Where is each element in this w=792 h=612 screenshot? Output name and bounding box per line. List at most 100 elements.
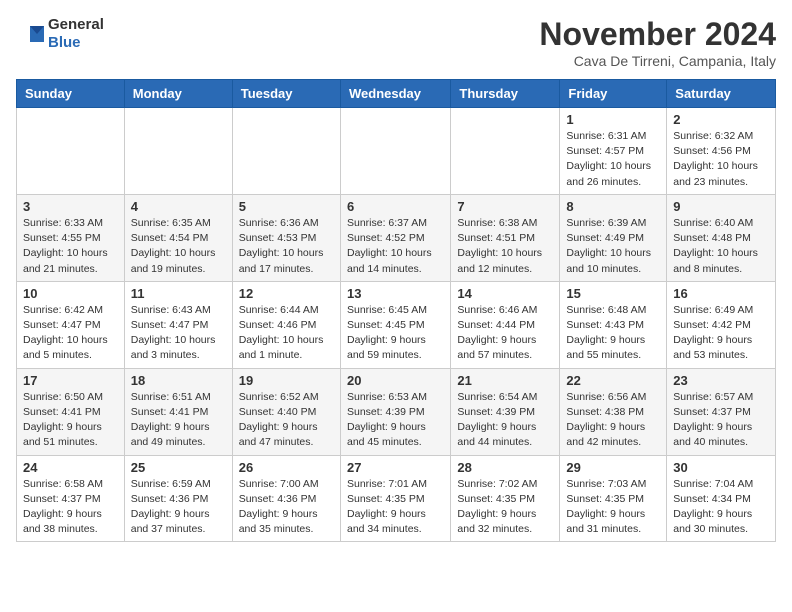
day-detail: Sunrise: 6:31 AM Sunset: 4:57 PM Dayligh…: [566, 129, 660, 190]
day-number: 16: [673, 286, 769, 301]
header-monday: Monday: [124, 80, 232, 108]
calendar-cell: 27Sunrise: 7:01 AM Sunset: 4:35 PM Dayli…: [340, 455, 450, 542]
day-number: 11: [131, 286, 226, 301]
header-saturday: Saturday: [667, 80, 776, 108]
day-number: 3: [23, 199, 118, 214]
day-detail: Sunrise: 6:52 AM Sunset: 4:40 PM Dayligh…: [239, 390, 334, 451]
calendar-cell: 12 Sunrise: 6:44 AM Sunset: 4:46 PM Dayli…: [232, 281, 340, 368]
day-number: 1: [566, 112, 660, 127]
logo-general: General: [48, 16, 104, 33]
day-number: 28: [457, 460, 553, 475]
logo: General Blue: [16, 16, 104, 52]
calendar-cell: 19Sunrise: 6:52 AM Sunset: 4:40 PM Dayli…: [232, 368, 340, 455]
calendar-cell: 13 Sunrise: 6:45 AM Sunset: 4:45 PM Dayli…: [340, 281, 450, 368]
day-detail: Sunrise: 6:36 AM Sunset: 4:53 PM Dayligh…: [239, 216, 334, 277]
header-row: SundayMondayTuesdayWednesdayThursdayFrid…: [17, 80, 776, 108]
calendar-cell: 30 Sunrise: 7:04 AM Sunset: 4:34 PM Dayli…: [667, 455, 776, 542]
day-detail: Sunrise: 6:56 AM Sunset: 4:38 PM Dayligh…: [566, 390, 660, 451]
calendar-row: 3 Sunrise: 6:33 AM Sunset: 4:55 PM Daylig…: [17, 194, 776, 281]
calendar-cell: [451, 108, 560, 195]
calendar-row: 24Sunrise: 6:58 AM Sunset: 4:37 PM Dayli…: [17, 455, 776, 542]
day-number: 7: [457, 199, 553, 214]
day-detail: Sunrise: 7:00 AM Sunset: 4:36 PM Dayligh…: [239, 477, 334, 538]
day-detail: Sunrise: 6:57 AM Sunset: 4:37 PM Dayligh…: [673, 390, 769, 451]
day-detail: Sunrise: 6:59 AM Sunset: 4:36 PM Dayligh…: [131, 477, 226, 538]
day-detail: Sunrise: 6:40 AM Sunset: 4:48 PM Dayligh…: [673, 216, 769, 277]
calendar-cell: [232, 108, 340, 195]
calendar-cell: [124, 108, 232, 195]
day-detail: Sunrise: 6:58 AM Sunset: 4:37 PM Dayligh…: [23, 477, 118, 538]
day-detail: Sunrise: 6:48 AM Sunset: 4:43 PM Dayligh…: [566, 303, 660, 364]
day-number: 10: [23, 286, 118, 301]
calendar-cell: 3 Sunrise: 6:33 AM Sunset: 4:55 PM Daylig…: [17, 194, 125, 281]
calendar-row: 17 Sunrise: 6:50 AM Sunset: 4:41 PM Dayli…: [17, 368, 776, 455]
location-subtitle: Cava De Tirreni, Campania, Italy: [539, 53, 776, 69]
day-detail: Sunrise: 6:32 AM Sunset: 4:56 PM Dayligh…: [673, 129, 769, 190]
day-number: 30: [673, 460, 769, 475]
calendar-cell: 23 Sunrise: 6:57 AM Sunset: 4:37 PM Dayli…: [667, 368, 776, 455]
day-detail: Sunrise: 6:54 AM Sunset: 4:39 PM Dayligh…: [457, 390, 553, 451]
calendar-cell: 14 Sunrise: 6:46 AM Sunset: 4:44 PM Dayli…: [451, 281, 560, 368]
calendar-cell: 11 Sunrise: 6:43 AM Sunset: 4:47 PM Dayli…: [124, 281, 232, 368]
calendar-cell: 25 Sunrise: 6:59 AM Sunset: 4:36 PM Dayli…: [124, 455, 232, 542]
logo-blue: Blue: [48, 34, 81, 51]
day-detail: Sunrise: 6:33 AM Sunset: 4:55 PM Dayligh…: [23, 216, 118, 277]
day-detail: Sunrise: 6:46 AM Sunset: 4:44 PM Dayligh…: [457, 303, 553, 364]
calendar-cell: 9Sunrise: 6:40 AM Sunset: 4:48 PM Daylig…: [667, 194, 776, 281]
day-number: 29: [566, 460, 660, 475]
calendar-cell: 15 Sunrise: 6:48 AM Sunset: 4:43 PM Dayli…: [560, 281, 667, 368]
day-number: 12: [239, 286, 334, 301]
calendar-cell: 8Sunrise: 6:39 AM Sunset: 4:49 PM Daylig…: [560, 194, 667, 281]
day-detail: Sunrise: 6:35 AM Sunset: 4:54 PM Dayligh…: [131, 216, 226, 277]
day-detail: Sunrise: 6:53 AM Sunset: 4:39 PM Dayligh…: [347, 390, 444, 451]
page-header: General Blue November 2024 Cava De Tirre…: [16, 16, 776, 69]
day-detail: Sunrise: 6:49 AM Sunset: 4:42 PM Dayligh…: [673, 303, 769, 364]
day-number: 13: [347, 286, 444, 301]
day-number: 26: [239, 460, 334, 475]
day-number: 18: [131, 373, 226, 388]
day-detail: Sunrise: 6:50 AM Sunset: 4:41 PM Dayligh…: [23, 390, 118, 451]
day-number: 4: [131, 199, 226, 214]
day-detail: Sunrise: 6:37 AM Sunset: 4:52 PM Dayligh…: [347, 216, 444, 277]
calendar-row: 1 Sunrise: 6:31 AM Sunset: 4:57 PM Daylig…: [17, 108, 776, 195]
day-detail: Sunrise: 6:45 AM Sunset: 4:45 PM Dayligh…: [347, 303, 444, 364]
calendar-cell: 2 Sunrise: 6:32 AM Sunset: 4:56 PM Daylig…: [667, 108, 776, 195]
day-number: 20: [347, 373, 444, 388]
day-detail: Sunrise: 6:42 AM Sunset: 4:47 PM Dayligh…: [23, 303, 118, 364]
day-detail: Sunrise: 6:51 AM Sunset: 4:41 PM Dayligh…: [131, 390, 226, 451]
day-detail: Sunrise: 6:38 AM Sunset: 4:51 PM Dayligh…: [457, 216, 553, 277]
day-number: 2: [673, 112, 769, 127]
calendar-cell: 22 Sunrise: 6:56 AM Sunset: 4:38 PM Dayli…: [560, 368, 667, 455]
calendar-cell: 18 Sunrise: 6:51 AM Sunset: 4:41 PM Dayli…: [124, 368, 232, 455]
header-friday: Friday: [560, 80, 667, 108]
day-number: 23: [673, 373, 769, 388]
calendar-cell: 1 Sunrise: 6:31 AM Sunset: 4:57 PM Daylig…: [560, 108, 667, 195]
day-detail: Sunrise: 6:43 AM Sunset: 4:47 PM Dayligh…: [131, 303, 226, 364]
header-thursday: Thursday: [451, 80, 560, 108]
day-detail: Sunrise: 7:03 AM Sunset: 4:35 PM Dayligh…: [566, 477, 660, 538]
calendar-table: SundayMondayTuesdayWednesdayThursdayFrid…: [16, 79, 776, 542]
day-detail: Sunrise: 7:02 AM Sunset: 4:35 PM Dayligh…: [457, 477, 553, 538]
day-number: 25: [131, 460, 226, 475]
calendar-cell: 29 Sunrise: 7:03 AM Sunset: 4:35 PM Dayli…: [560, 455, 667, 542]
calendar-cell: 20 Sunrise: 6:53 AM Sunset: 4:39 PM Dayli…: [340, 368, 450, 455]
day-number: 5: [239, 199, 334, 214]
calendar-cell: 16 Sunrise: 6:49 AM Sunset: 4:42 PM Dayli…: [667, 281, 776, 368]
day-detail: Sunrise: 7:04 AM Sunset: 4:34 PM Dayligh…: [673, 477, 769, 538]
day-detail: Sunrise: 6:44 AM Sunset: 4:46 PM Dayligh…: [239, 303, 334, 364]
day-number: 15: [566, 286, 660, 301]
day-number: 22: [566, 373, 660, 388]
logo-icon: [16, 22, 44, 46]
calendar-cell: 6 Sunrise: 6:37 AM Sunset: 4:52 PM Daylig…: [340, 194, 450, 281]
calendar-title: November 2024: [539, 16, 776, 53]
title-section: November 2024 Cava De Tirreni, Campania,…: [539, 16, 776, 69]
calendar-cell: 5 Sunrise: 6:36 AM Sunset: 4:53 PM Daylig…: [232, 194, 340, 281]
day-number: 6: [347, 199, 444, 214]
calendar-cell: 10 Sunrise: 6:42 AM Sunset: 4:47 PM Dayli…: [17, 281, 125, 368]
calendar-cell: 21Sunrise: 6:54 AM Sunset: 4:39 PM Dayli…: [451, 368, 560, 455]
day-detail: Sunrise: 7:01 AM Sunset: 4:35 PM Dayligh…: [347, 477, 444, 538]
calendar-cell: 4 Sunrise: 6:35 AM Sunset: 4:54 PM Daylig…: [124, 194, 232, 281]
header-sunday: Sunday: [17, 80, 125, 108]
day-number: 14: [457, 286, 553, 301]
day-number: 17: [23, 373, 118, 388]
